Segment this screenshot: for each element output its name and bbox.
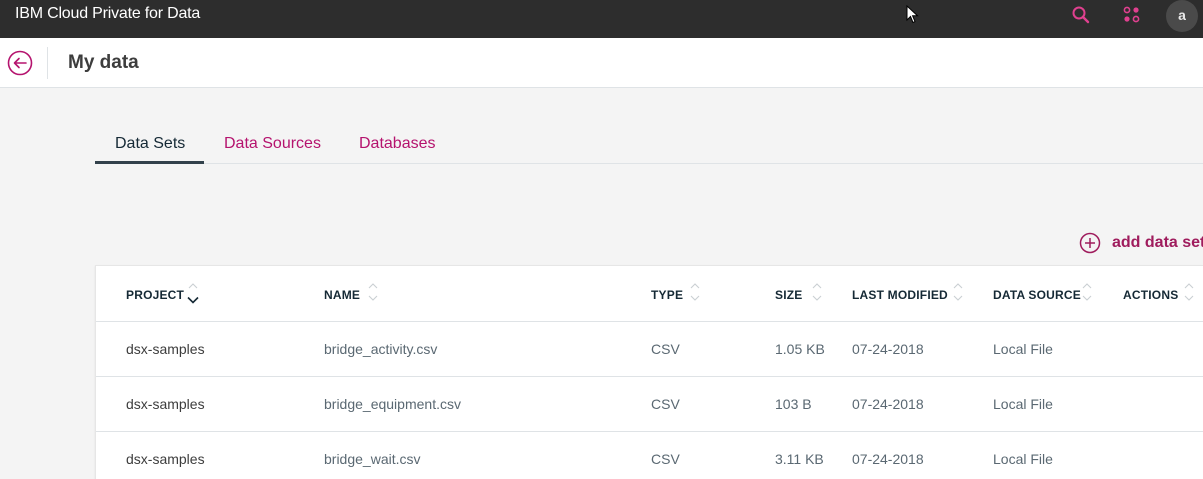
active-tab-indicator xyxy=(95,161,204,164)
cell-project: dsx-samples xyxy=(126,451,205,467)
cell-last-modified: 07-24-2018 xyxy=(852,451,924,467)
cell-data-source: Local File xyxy=(993,451,1053,467)
cell-size: 103 B xyxy=(775,396,812,412)
top-bar: IBM Cloud Private for Data a xyxy=(0,0,1203,38)
cell-name[interactable]: bridge_equipment.csv xyxy=(324,396,461,412)
back-arrow-icon[interactable] xyxy=(7,50,33,76)
tab-data-sources[interactable]: Data Sources xyxy=(224,135,321,153)
cell-type: CSV xyxy=(651,341,680,357)
column-header-actions[interactable]: ACTIONS xyxy=(1123,288,1178,302)
cell-type: CSV xyxy=(651,396,680,412)
sort-icon[interactable] xyxy=(1184,282,1194,306)
table-row[interactable]: dsx-samples bridge_activity.csv CSV 1.05… xyxy=(96,322,1203,377)
chevron-down-icon[interactable] xyxy=(187,296,199,304)
table-row[interactable]: dsx-samples bridge_equipment.csv CSV 103… xyxy=(96,377,1203,432)
sort-icon[interactable] xyxy=(812,282,822,306)
cell-data-source: Local File xyxy=(993,396,1053,412)
cell-name[interactable]: bridge_activity.csv xyxy=(324,341,437,357)
sort-icon[interactable] xyxy=(690,282,700,306)
apps-icon[interactable] xyxy=(1121,4,1143,26)
cell-size: 1.05 KB xyxy=(775,341,825,357)
column-header-size[interactable]: SIZE xyxy=(775,288,802,302)
add-data-set-label: add data set xyxy=(1112,234,1203,251)
sort-icon[interactable] xyxy=(368,282,378,306)
cell-last-modified: 07-24-2018 xyxy=(852,341,924,357)
page-title: My data xyxy=(68,52,139,73)
mouse-cursor-icon xyxy=(906,5,919,24)
cell-data-source: Local File xyxy=(993,341,1053,357)
column-header-name[interactable]: NAME xyxy=(324,288,360,302)
avatar[interactable]: a xyxy=(1166,0,1198,32)
header-divider xyxy=(47,47,48,79)
data-sets-table: PROJECT NAME TYPE SIZE LAST MODIFIED DAT… xyxy=(95,265,1203,479)
cell-name[interactable]: bridge_wait.csv xyxy=(324,451,421,467)
column-header-type[interactable]: TYPE xyxy=(651,288,683,302)
page-header: My data xyxy=(0,38,1203,88)
cell-project: dsx-samples xyxy=(126,396,205,412)
app-title[interactable]: IBM Cloud Private for Data xyxy=(15,5,200,23)
tab-data-sets[interactable]: Data Sets xyxy=(115,135,185,153)
cell-size: 3.11 KB xyxy=(775,451,824,467)
tabs-divider xyxy=(95,163,1203,164)
tab-databases[interactable]: Databases xyxy=(359,135,436,153)
column-header-data-source[interactable]: DATA SOURCE xyxy=(993,288,1081,302)
table-row[interactable]: dsx-samples bridge_wait.csv CSV 3.11 KB … xyxy=(96,432,1203,479)
column-header-last-modified[interactable]: LAST MODIFIED xyxy=(852,288,948,302)
sort-icon[interactable] xyxy=(953,282,963,306)
search-icon[interactable] xyxy=(1070,4,1092,26)
add-circle-icon xyxy=(1079,232,1101,254)
table-header: PROJECT NAME TYPE SIZE LAST MODIFIED DAT… xyxy=(96,266,1203,322)
cell-last-modified: 07-24-2018 xyxy=(852,396,924,412)
cell-project: dsx-samples xyxy=(126,341,205,357)
column-header-project[interactable]: PROJECT xyxy=(126,288,184,302)
sort-icon[interactable] xyxy=(1082,282,1092,306)
cell-type: CSV xyxy=(651,451,680,467)
